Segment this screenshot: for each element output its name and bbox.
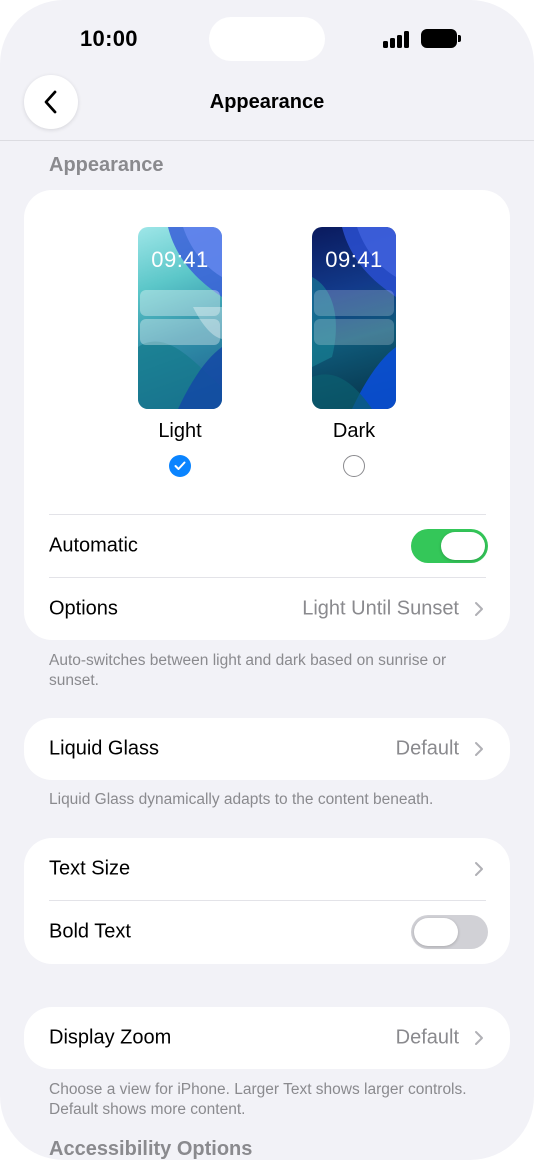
page-title: Appearance xyxy=(209,91,325,113)
light-theme-preview[interactable]: 09:41 xyxy=(138,227,222,409)
bold-text-row: Bold Text xyxy=(24,901,510,963)
options-label: Options xyxy=(49,597,118,620)
liquid-glass-row[interactable]: Liquid Glass Default xyxy=(24,718,510,780)
options-row[interactable]: Options Light Until Sunset xyxy=(24,578,510,640)
options-value: Light Until Sunset xyxy=(302,597,459,620)
dark-theme-radio[interactable] xyxy=(343,455,365,477)
automatic-row: Automatic xyxy=(24,515,510,577)
liquid-glass-label: Liquid Glass xyxy=(49,737,160,760)
display-zoom-card: Display Zoom Default xyxy=(24,1007,510,1069)
liquid-glass-value: Default xyxy=(395,737,459,760)
cellular-signal-icon xyxy=(383,30,411,48)
text-settings-card: Text Size Bold Text xyxy=(24,838,510,964)
dynamic-island xyxy=(209,17,325,61)
checkmark-icon xyxy=(174,461,186,470)
dark-theme-preview[interactable]: 09:41 xyxy=(312,227,396,409)
display-zoom-label: Display Zoom xyxy=(49,1026,172,1049)
automatic-label: Automatic xyxy=(49,534,138,557)
chevron-right-icon xyxy=(475,862,483,876)
dark-theme-label: Dark xyxy=(332,420,376,442)
chevron-right-icon xyxy=(475,742,483,756)
liquid-glass-card: Liquid Glass Default xyxy=(24,718,510,780)
light-theme-radio[interactable] xyxy=(169,455,191,477)
phone-screen: 10:00 Appearance Appearance 09:41 Light … xyxy=(0,0,534,1160)
battery-icon xyxy=(421,29,461,48)
light-preview-time: 09:41 xyxy=(151,247,209,272)
display-zoom-value: Default xyxy=(395,1026,459,1049)
appearance-section-header: Appearance xyxy=(49,154,164,176)
appearance-card: 09:41 Light 09:41 Dark Automatic Options… xyxy=(24,190,510,640)
light-theme-label: Light xyxy=(158,420,202,442)
chevron-right-icon xyxy=(475,602,483,616)
chevron-right-icon xyxy=(475,1031,483,1045)
dark-preview-time: 09:41 xyxy=(325,247,383,272)
display-zoom-footer: Choose a view for iPhone. Larger Text sh… xyxy=(49,1081,467,1118)
navigation-bar: Appearance xyxy=(0,70,534,141)
liquid-glass-footer: Liquid Glass dynamically adapts to the c… xyxy=(49,791,434,808)
automatic-toggle[interactable] xyxy=(411,529,488,563)
appearance-footer: Auto-switches between light and dark bas… xyxy=(49,652,447,689)
status-time: 10:00 xyxy=(80,26,138,51)
text-size-label: Text Size xyxy=(49,857,131,880)
display-zoom-row[interactable]: Display Zoom Default xyxy=(24,1007,510,1069)
text-size-row[interactable]: Text Size xyxy=(24,838,510,900)
bold-text-toggle[interactable] xyxy=(411,915,488,949)
bold-text-label: Bold Text xyxy=(49,920,131,943)
accessibility-section-header: Accessibility Options xyxy=(49,1138,253,1160)
